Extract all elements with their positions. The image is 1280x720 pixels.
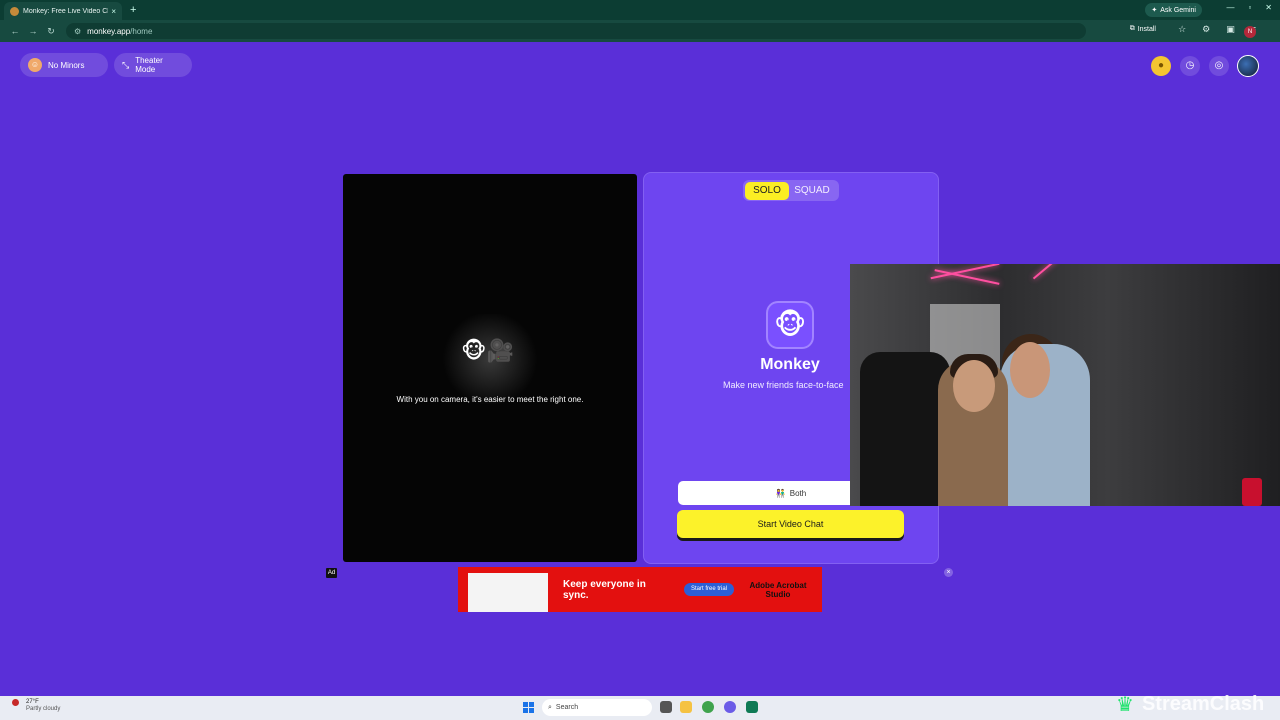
url-host: monkey.app (87, 26, 131, 36)
search-icon: ⌕ (548, 703, 552, 711)
no-minors-button[interactable]: ☺ No Minors (20, 53, 108, 77)
mode-squad-tab[interactable]: SQUAD (789, 182, 835, 200)
ad-close-icon[interactable]: × (944, 568, 953, 577)
monkey-camera-icon: 🐵🎥 (461, 338, 514, 363)
ad-banner[interactable]: Keep everyone in sync. Start free trial … (458, 567, 822, 612)
discord-icon[interactable] (724, 701, 736, 713)
taskbar-search[interactable]: ⌕ Search (542, 699, 652, 716)
ad-headline: Keep everyone in sync. (563, 579, 646, 601)
mode-switcher: SOLO SQUAD (743, 180, 839, 201)
chat-icon[interactable]: ◎ (1209, 56, 1229, 76)
app-icon[interactable] (746, 701, 758, 713)
install-label: Install (1137, 25, 1156, 33)
back-icon[interactable]: ← (6, 26, 24, 36)
ad-screenshot-image (468, 573, 548, 612)
ask-gemini-label: Ask Gemini (1160, 6, 1196, 14)
camera-message: With you on camera, it's easier to meet … (396, 395, 584, 404)
close-tab-icon[interactable]: × (111, 7, 116, 16)
monkey-favicon-icon (10, 6, 19, 16)
close-window-icon[interactable]: ✕ (1265, 3, 1272, 12)
install-icon: ⧉ (1129, 25, 1135, 32)
mode-solo-tab[interactable]: SOLO (745, 181, 789, 200)
watermark-text: StreamClash (1141, 692, 1265, 715)
ad-cta-button[interactable]: Start free trial (684, 583, 734, 596)
weather-condition: Partly cloudy (26, 706, 61, 712)
gaming-chair (860, 352, 950, 506)
weather-temperature: 27°F (26, 699, 39, 705)
bookmark-star-icon[interactable]: ☆ (1178, 24, 1186, 35)
taskbar-search-label: Search (555, 704, 579, 711)
gemini-icon: ✦ (1151, 7, 1158, 14)
person-head (953, 360, 995, 412)
minimize-icon[interactable]: — (1226, 3, 1234, 12)
new-tab-button[interactable]: + (130, 4, 136, 16)
soda-can (1242, 478, 1262, 506)
maximize-icon[interactable]: ▫ (1248, 3, 1251, 12)
ad-tag: Ad (326, 568, 337, 578)
theater-mode-label: Theater Mode (135, 56, 163, 74)
reload-icon[interactable]: ↻ (42, 26, 60, 37)
ad-brand: Adobe Acrobat Studio (749, 581, 807, 599)
profile-avatar[interactable]: N (1244, 26, 1256, 38)
no-minors-label: No Minors (48, 60, 85, 70)
ask-gemini-button[interactable]: ✦ Ask Gemini (1145, 3, 1202, 17)
browser-tab-bar: Monkey: Free Live Video Chat × + (0, 0, 1280, 20)
install-app-button[interactable]: ⧉ Install (1130, 25, 1156, 33)
tab-title: Monkey: Free Live Video Chat (23, 7, 109, 15)
windows-taskbar: 27°F Partly cloudy ⌕ Search (0, 696, 1280, 720)
cast-icon[interactable]: ▣ (1226, 24, 1235, 35)
person-head (1010, 342, 1050, 398)
url-path: /home (130, 26, 153, 36)
couple-icon: 👫 (775, 488, 786, 498)
neon-light (1032, 264, 1058, 280)
monkey-logo-icon: 🐵 (766, 301, 814, 349)
task-view-icon[interactable] (660, 701, 672, 713)
weather-alert-icon (12, 699, 19, 706)
site-info-icon[interactable]: ⚙ (74, 27, 81, 36)
start-video-chat-button[interactable]: Start Video Chat (677, 510, 904, 538)
window-controls: — ▫ ✕ (1226, 3, 1272, 12)
streamclash-watermark: ♛ StreamClash (1116, 690, 1276, 718)
history-icon[interactable]: ◷ (1180, 56, 1200, 76)
forward-icon[interactable]: → (24, 26, 42, 36)
weather-widget[interactable]: 27°F Partly cloudy (12, 699, 60, 713)
coin-icon[interactable]: ● (1151, 56, 1171, 76)
extensions-icon[interactable]: ⚙ (1202, 24, 1210, 35)
streamer-webcam-overlay (850, 264, 1280, 506)
browser-tab[interactable]: Monkey: Free Live Video Chat × (4, 2, 122, 20)
gender-filter-label: Both (789, 488, 807, 498)
expand-icon: ⤡ (122, 59, 130, 70)
theater-mode-button[interactable]: ⤡ Theater Mode (114, 53, 192, 77)
user-avatar[interactable] (1237, 55, 1259, 77)
camera-preview: 🐵🎥 With you on camera, it's easier to me… (343, 174, 637, 562)
chrome-icon[interactable] (702, 701, 714, 713)
address-bar-row: ← → ↻ ⚙ monkey.app/home (0, 20, 1280, 42)
no-minors-icon: ☺ (28, 58, 42, 72)
url-field[interactable]: ⚙ monkey.app/home (66, 23, 1086, 39)
windows-start-icon[interactable] (523, 702, 534, 713)
file-explorer-icon[interactable] (680, 701, 692, 713)
crown-icon: ♛ (1116, 693, 1134, 716)
